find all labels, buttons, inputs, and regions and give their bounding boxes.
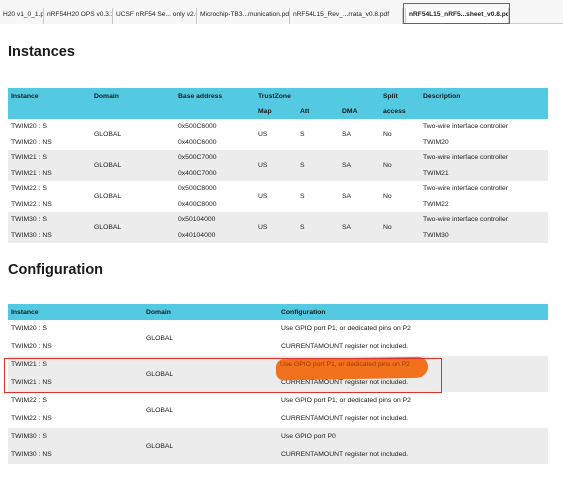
table-row: TWIM30 : S TWIM30 : NS GLOBAL Use GPIO po… <box>8 428 548 464</box>
split-cell: No <box>380 150 420 181</box>
instance-s: TWIM21 : S <box>11 154 47 161</box>
tab-nrf54h20-ops[interactable]: nRF54H20 OPS v0.3.1.pdf <box>44 8 113 24</box>
instance-ns: TWIM30 : NS <box>11 451 52 458</box>
col-description: Description <box>420 88 548 104</box>
att-cell: S <box>297 119 339 150</box>
col-domain: Domain <box>143 304 278 320</box>
tab-nrf54l15-errata[interactable]: nRF54L15_Rev_...rrata_v0.8.pdf <box>290 8 403 24</box>
table-row: TWIM22 : S TWIM22 : NS GLOBAL 0x500C8000 0… <box>8 181 548 212</box>
config-line: Use GPIO port P1, or dedicated pins on P… <box>281 397 411 404</box>
col-instance: Instance <box>8 88 91 104</box>
dma-cell: SA <box>339 150 380 181</box>
address-s: 0x50104000 <box>178 216 216 223</box>
description-line: Two-wire interface controller <box>423 154 508 161</box>
map-cell: US <box>255 150 297 181</box>
active-tab-highlight <box>403 3 510 24</box>
domain-cell: GLOBAL <box>91 181 175 212</box>
configuration-heading: Configuration <box>8 262 104 278</box>
col-split: Split <box>380 88 420 104</box>
dma-cell: SA <box>339 119 380 150</box>
map-cell: US <box>255 119 297 150</box>
config-line: Use GPIO port P0 <box>281 433 336 440</box>
instance-s: TWIM22 : S <box>11 397 47 404</box>
description-line: TWIM22 <box>423 200 449 208</box>
description-line: TWIM20 <box>423 138 449 146</box>
instance-s: TWIM30 : S <box>11 433 47 440</box>
dma-cell: SA <box>339 212 380 243</box>
config-line: CURRENTAMOUNT register not included. <box>281 451 409 458</box>
col-map: Map <box>255 104 297 119</box>
instance-ns: TWIM22 : NS <box>11 200 52 208</box>
split-cell: No <box>380 212 420 243</box>
col-base-address: Base address <box>175 88 255 104</box>
instance-ns: TWIM22 : NS <box>11 415 52 422</box>
instances-heading: Instances <box>8 44 75 60</box>
instance-ns: TWIM30 : NS <box>11 231 52 239</box>
description-line: Two-wire interface controller <box>423 216 508 223</box>
col-split-access: access <box>380 104 420 119</box>
tab-microchip[interactable]: Microchip-TB3...munication.pdf <box>197 8 290 24</box>
tab-h20[interactable]: H20 v1_0_1.pdf <box>0 8 44 24</box>
domain-cell: GLOBAL <box>91 150 175 181</box>
instance-s: TWIM30 : S <box>11 216 47 223</box>
domain-cell: GLOBAL <box>91 119 175 150</box>
address-s: 0x500C7000 <box>178 154 217 161</box>
col-configuration: Configuration <box>278 304 548 320</box>
tab-ucsf[interactable]: UCSF nRF54 Se... only v2.0.pdf <box>113 8 197 24</box>
domain-cell: GLOBAL <box>143 320 278 356</box>
description-line: Two-wire interface controller <box>423 123 508 130</box>
split-cell: No <box>380 119 420 150</box>
map-cell: US <box>255 212 297 243</box>
instance-s: TWIM20 : S <box>11 123 47 130</box>
address-s: 0x500C6000 <box>178 123 217 130</box>
description-line: Two-wire interface controller <box>423 185 508 192</box>
instance-ns: TWIM20 : NS <box>11 343 52 350</box>
config-line: CURRENTAMOUNT register not included. <box>281 415 409 422</box>
col-dma: DMA <box>339 104 380 119</box>
att-cell: S <box>297 150 339 181</box>
table-row: TWIM21 : S TWIM21 : NS GLOBAL 0x500C7000 0… <box>8 150 548 181</box>
att-cell: S <box>297 212 339 243</box>
att-cell: S <box>297 181 339 212</box>
col-att: Att <box>297 104 339 119</box>
config-line: Use GPIO port P1, or dedicated pins on P… <box>281 325 411 332</box>
instance-s: TWIM22 : S <box>11 185 47 192</box>
domain-cell: GLOBAL <box>143 428 278 464</box>
domain-cell: GLOBAL <box>143 392 278 428</box>
address-s: 0x500C8000 <box>178 185 217 192</box>
instance-s: TWIM20 : S <box>11 325 47 332</box>
description-line: TWIM21 <box>423 169 449 177</box>
dma-cell: SA <box>339 181 380 212</box>
instances-table: Instance Domain Base address TrustZone S… <box>8 88 548 243</box>
description-line: TWIM30 <box>423 231 449 239</box>
address-ns: 0x400C8000 <box>178 200 217 208</box>
col-trustzone: TrustZone <box>255 88 380 104</box>
instance-ns: TWIM20 : NS <box>11 138 52 146</box>
split-cell: No <box>380 181 420 212</box>
config-line: CURRENTAMOUNT register not included. <box>281 343 409 350</box>
map-cell: US <box>255 181 297 212</box>
address-ns: 0x400C7000 <box>178 169 217 177</box>
instance-ns: TWIM21 : NS <box>11 169 52 177</box>
domain-cell: GLOBAL <box>91 212 175 243</box>
table-row: TWIM22 : S TWIM22 : NS GLOBAL Use GPIO po… <box>8 392 548 428</box>
address-ns: 0x40104000 <box>178 231 216 239</box>
table-row: TWIM20 : S TWIM20 : NS GLOBAL Use GPIO po… <box>8 320 548 356</box>
table-row: TWIM20 : S TWIM20 : NS GLOBAL 0x500C6000 0… <box>8 119 548 150</box>
col-instance: Instance <box>8 304 143 320</box>
col-domain: Domain <box>91 88 175 104</box>
twim21-row-highlight <box>4 358 442 393</box>
address-ns: 0x400C6000 <box>178 138 217 146</box>
table-row: TWIM30 : S TWIM30 : NS GLOBAL 0x50104000 0… <box>8 212 548 243</box>
